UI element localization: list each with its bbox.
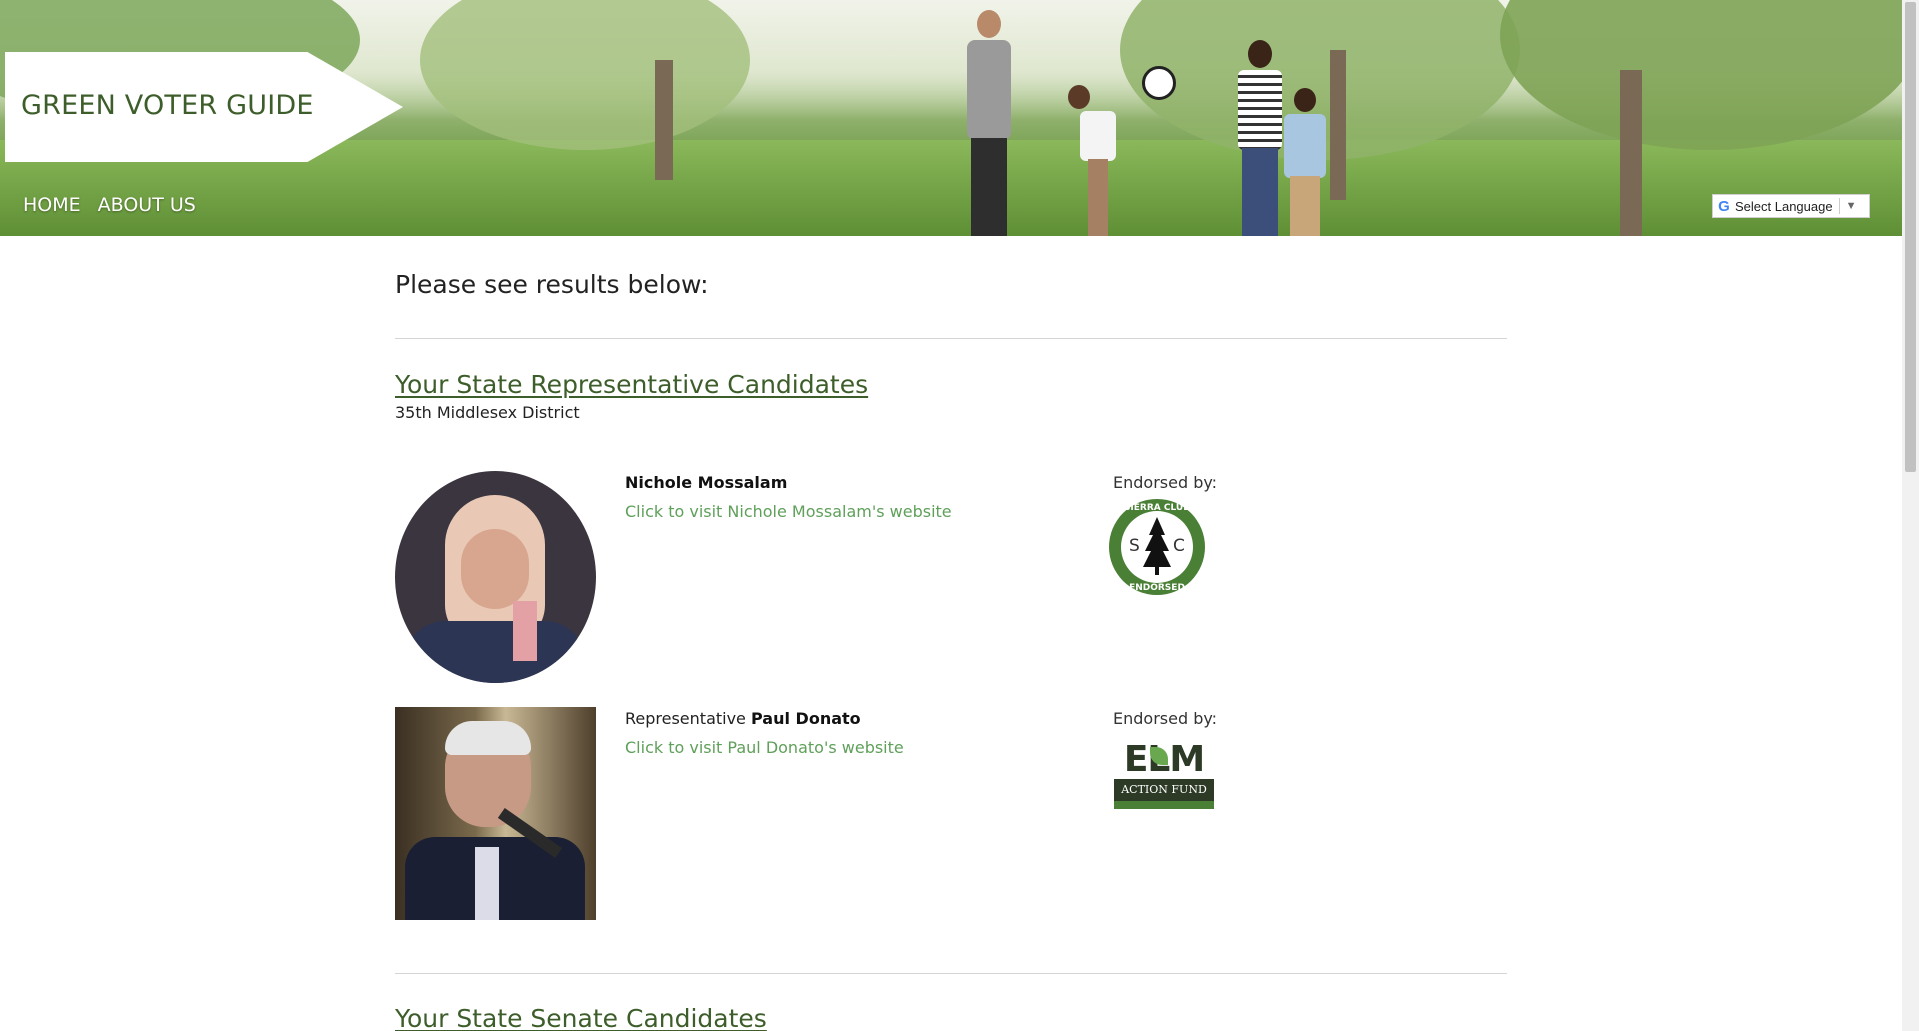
results-intro: Please see results below: <box>395 270 709 299</box>
language-selector-label: Select Language <box>1735 198 1833 214</box>
main-nav: HOME ABOUT US <box>23 194 196 216</box>
hero-person-man <box>963 10 1015 236</box>
hero-tree-trunk <box>1330 50 1346 200</box>
sierra-club-top-text: SIERRA CLUB <box>1123 503 1191 513</box>
candidate-name-text: Nichole Mossalam <box>625 473 788 492</box>
hero-tree-trunk <box>1620 70 1642 236</box>
elm-logo-stripe <box>1114 801 1214 809</box>
sierra-club-c: C <box>1173 536 1185 556</box>
candidate-website-link[interactable]: Click to visit Paul Donato's website <box>625 738 904 757</box>
hero-person-boy <box>1280 88 1330 236</box>
hero-person-girl <box>1062 85 1142 236</box>
district-label: 35th Middlesex District <box>395 403 580 422</box>
section-title-state-rep[interactable]: Your State Representative Candidates <box>395 370 868 399</box>
candidate-website-link[interactable]: Click to visit Nichole Mossalam's websit… <box>625 502 952 521</box>
nav-about-us[interactable]: ABOUT US <box>98 194 196 216</box>
candidate-name: Representative Paul Donato <box>625 709 861 728</box>
soccer-ball-icon <box>1142 66 1176 100</box>
divider <box>395 973 1507 974</box>
elm-logo-sub-text: ACTION FUND <box>1121 783 1207 796</box>
candidate-card: Representative Paul Donato Click to visi… <box>395 707 1507 927</box>
candidate-name-text: Paul Donato <box>751 709 861 728</box>
google-g-icon: G <box>1718 197 1730 215</box>
candidate-card: Nichole Mossalam Click to visit Nichole … <box>395 471 1507 691</box>
section-title-state-senate[interactable]: Your State Senate Candidates <box>395 1004 767 1031</box>
nav-home[interactable]: HOME <box>23 194 81 216</box>
candidate-prefix: Representative <box>625 709 746 728</box>
hero-tree <box>1500 0 1902 150</box>
divider <box>395 338 1507 339</box>
sierra-club-logo[interactable]: SIERRA CLUB S C ENDORSED <box>1107 497 1207 597</box>
scrollbar-thumb[interactable] <box>1905 2 1916 472</box>
candidate-photo-donato <box>395 707 596 920</box>
endorsed-by-label: Endorsed by: <box>1113 473 1218 492</box>
candidate-photo-mossalam <box>395 471 596 683</box>
hero-tree-trunk <box>655 60 673 180</box>
language-selector[interactable]: G Select Language ▼ <box>1712 194 1870 218</box>
sierra-club-bottom-text: ENDORSED <box>1129 583 1185 593</box>
page-scrollbar[interactable] <box>1902 0 1919 1031</box>
site-logo[interactable]: GREEN VOTER GUIDE <box>21 90 314 121</box>
results-content: Please see results below: Your State Rep… <box>395 270 1507 1031</box>
hero-banner: GREEN VOTER GUIDE HOME ABOUT US G Select… <box>0 0 1902 236</box>
candidate-name: Nichole Mossalam <box>625 473 787 492</box>
hero-tree <box>420 0 750 150</box>
chevron-down-icon: ▼ <box>1845 200 1857 212</box>
sierra-club-s: S <box>1129 536 1140 556</box>
endorsed-by-label: Endorsed by: <box>1113 709 1218 728</box>
divider <box>1838 198 1840 214</box>
elm-action-fund-logo[interactable]: ELM ACTION FUND <box>1114 739 1214 809</box>
